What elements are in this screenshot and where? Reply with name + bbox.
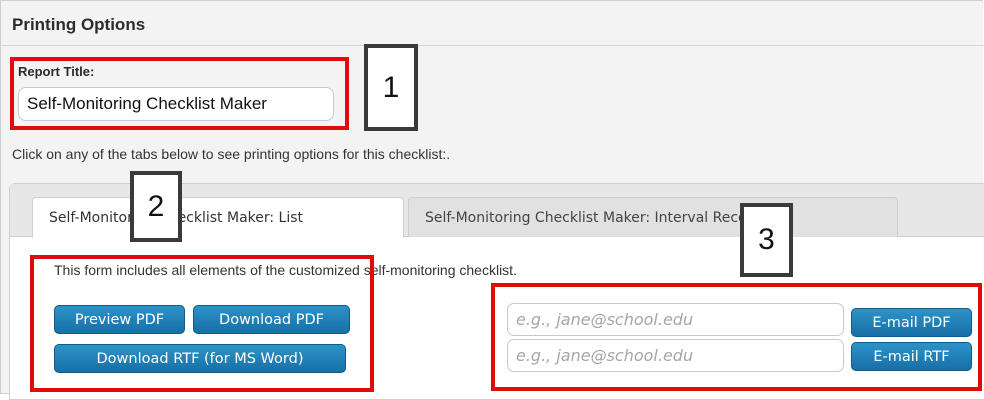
download-rtf-button[interactable]: Download RTF (for MS Word) (54, 344, 346, 373)
report-title-label: Report Title: (18, 64, 95, 79)
form-description: This form includes all elements of the c… (54, 262, 517, 278)
section-heading: Printing Options (12, 15, 146, 34)
email-rtf-button[interactable]: E-mail RTF (851, 342, 972, 371)
email-pdf-button[interactable]: E-mail PDF (851, 308, 972, 337)
instructions-text: Click on any of the tabs below to see pr… (12, 146, 451, 162)
callout-number-2: 2 (130, 171, 182, 242)
callout-number-1: 1 (364, 44, 418, 131)
divider (0, 45, 984, 46)
tab-interval-recording[interactable]: Self-Monitoring Checklist Maker: Interva… (408, 197, 898, 237)
email-input-rtf[interactable] (507, 339, 844, 372)
callout-number-3: 3 (740, 203, 793, 277)
download-pdf-button[interactable]: Download PDF (193, 305, 350, 334)
preview-pdf-button[interactable]: Preview PDF (54, 305, 185, 334)
report-title-input[interactable] (18, 87, 334, 121)
email-input-pdf[interactable] (507, 303, 844, 336)
tab-list[interactable]: Self-Monitoring Checklist Maker: List (32, 197, 404, 238)
